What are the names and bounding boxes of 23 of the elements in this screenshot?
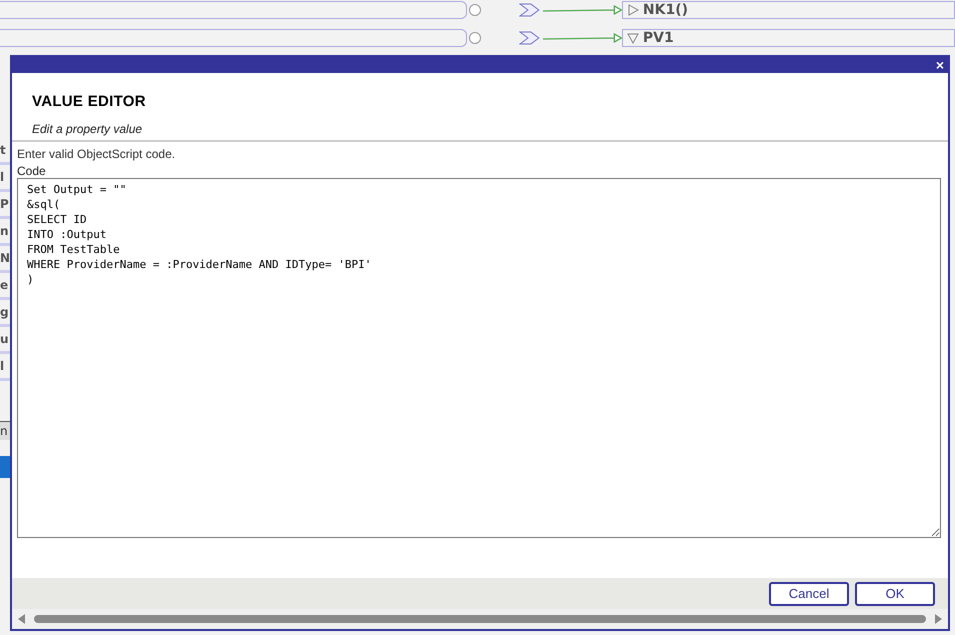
cancel-button[interactable]: Cancel	[769, 582, 849, 606]
dialog-title: VALUE EDITOR	[32, 93, 147, 110]
right-triangle-icon	[626, 4, 639, 16]
port-circle-icon	[468, 4, 481, 16]
scroll-left-icon[interactable]	[18, 614, 26, 624]
node-label[interactable]: PV1	[622, 29, 955, 47]
chevron-icon	[518, 31, 541, 45]
dialog-subtitle: Edit a property value	[32, 122, 144, 136]
selection-bar	[0, 456, 10, 478]
down-triangle-icon	[626, 32, 639, 44]
close-button[interactable]: ×	[932, 58, 948, 72]
hint-text: Enter valid ObjectScript code.	[17, 147, 176, 161]
chevron-icon	[518, 3, 541, 17]
ok-button[interactable]: OK	[855, 582, 935, 606]
horizontal-scrollbar[interactable]	[12, 609, 948, 629]
field-label: Code	[17, 164, 47, 178]
code-editor[interactable]: Set Output = "" &sql( SELECT ID INTO :Output FROM TestTable WHERE ProviderName = :ProviderName AND IDType= 'BPI' )	[17, 178, 941, 538]
port-circle-icon	[468, 32, 481, 44]
node-name: NK1()	[642, 2, 688, 18]
node-label[interactable]: NK1()	[622, 1, 955, 19]
side-tab[interactable]: n	[0, 421, 10, 440]
node-name: PV1	[642, 30, 674, 46]
scroll-right-icon[interactable]	[934, 614, 942, 624]
